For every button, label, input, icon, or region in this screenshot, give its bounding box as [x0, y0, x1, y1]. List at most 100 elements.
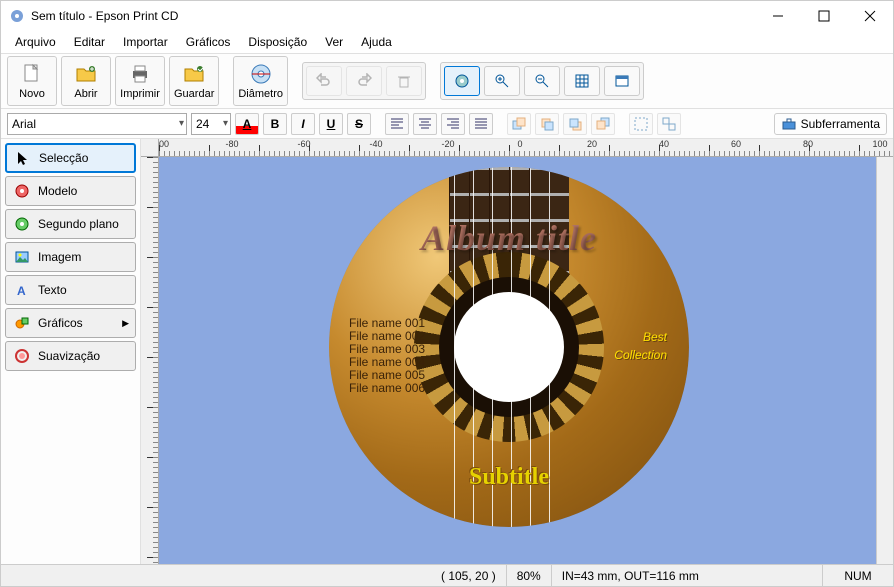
folder-open-icon — [74, 62, 98, 86]
best-collection-text[interactable]: Best Collection — [614, 327, 667, 363]
menu-graficos[interactable]: Gráficos — [178, 33, 239, 51]
zoom-fit-button[interactable] — [444, 66, 480, 96]
toolbox-icon — [781, 116, 797, 132]
font-name-select[interactable]: Arial▾ — [7, 113, 187, 135]
new-file-icon — [20, 62, 44, 86]
subtitle-text[interactable]: Subtitle — [329, 464, 689, 491]
tool-seleccao[interactable]: Selecção — [5, 143, 136, 173]
align-justify-button[interactable] — [469, 113, 493, 135]
album-title-text[interactable]: Album title — [329, 217, 689, 259]
menu-arquivo[interactable]: Arquivo — [7, 33, 64, 51]
stack-front-icon — [511, 116, 527, 132]
menu-disposicao[interactable]: Disposição — [240, 33, 315, 51]
status-dims: IN=43 mm, OUT=116 mm — [552, 565, 823, 586]
stack-back-icon — [595, 116, 611, 132]
smooth-icon — [14, 348, 30, 364]
svg-text:A: A — [17, 284, 26, 298]
disc-preview[interactable]: Album title File name 001File name 002Fi… — [329, 167, 689, 527]
tool-imagem[interactable]: Imagem — [5, 242, 136, 272]
printer-icon — [128, 62, 152, 86]
minimize-button[interactable] — [755, 1, 801, 31]
tool-panel: Selecção Modelo Segundo plano Imagem A T… — [1, 139, 141, 564]
background-icon — [14, 216, 30, 232]
properties-button[interactable] — [604, 66, 640, 96]
tool-graficos[interactable]: Gráficos ▶ — [5, 308, 136, 338]
tool-segundo-plano[interactable]: Segundo plano — [5, 209, 136, 239]
folder-save-icon — [182, 62, 206, 86]
vertical-scrollbar[interactable] — [876, 157, 893, 564]
status-zoom: 80% — [507, 565, 552, 586]
open-button[interactable]: Abrir — [61, 56, 111, 106]
align-right-button[interactable] — [441, 113, 465, 135]
ruler-horizontal[interactable]: -100-80-60-40-20020406080100 — [159, 139, 893, 157]
align-center-button[interactable] — [413, 113, 437, 135]
bring-front-button[interactable] — [507, 113, 531, 135]
new-button[interactable]: Novo — [7, 56, 57, 106]
italic-button[interactable]: I — [291, 113, 315, 135]
group-icon — [633, 116, 649, 132]
ungroup-button[interactable] — [657, 113, 681, 135]
file-list[interactable]: File name 001File name 002File name 003F… — [349, 317, 425, 395]
canvas[interactable]: Album title File name 001File name 002Fi… — [159, 157, 876, 564]
format-toolbar: Arial▾ 24▾ A B I U S Subferramenta — [1, 109, 893, 139]
disc-model-icon — [14, 183, 30, 199]
send-backward-button[interactable] — [563, 113, 587, 135]
maximize-button[interactable] — [801, 1, 847, 31]
grid-button[interactable] — [564, 66, 600, 96]
status-num: NUM — [823, 565, 893, 586]
zoom-in-icon — [494, 73, 510, 89]
stack-down-icon — [567, 116, 583, 132]
align-left-icon — [389, 116, 405, 132]
disc-fit-icon — [454, 73, 470, 89]
close-button[interactable] — [847, 1, 893, 31]
menu-ajuda[interactable]: Ajuda — [353, 33, 400, 51]
underline-button[interactable]: U — [319, 113, 343, 135]
font-color-button[interactable]: A — [235, 113, 259, 135]
redo-button[interactable] — [346, 66, 382, 96]
stack-up-icon — [539, 116, 555, 132]
titlebar: Sem título - Epson Print CD — [1, 1, 893, 31]
bring-forward-button[interactable] — [535, 113, 559, 135]
zoom-group — [440, 62, 644, 100]
align-left-button[interactable] — [385, 113, 409, 135]
subferramenta-button[interactable]: Subferramenta — [774, 113, 887, 135]
menu-importar[interactable]: Importar — [115, 33, 176, 51]
align-center-icon — [417, 116, 433, 132]
tool-modelo[interactable]: Modelo — [5, 176, 136, 206]
window-title: Sem título - Epson Print CD — [31, 9, 755, 23]
save-button[interactable]: Guardar — [169, 56, 219, 106]
ruler-vertical[interactable] — [141, 157, 159, 564]
trash-icon — [396, 73, 412, 89]
zoom-out-button[interactable] — [524, 66, 560, 96]
main-toolbar: Novo Abrir Imprimir Guardar Diâmetro — [1, 53, 893, 109]
undo-button[interactable] — [306, 66, 342, 96]
statusbar: ( 105, 20 ) 80% IN=43 mm, OUT=116 mm NUM — [1, 564, 893, 586]
strike-button[interactable]: S — [347, 113, 371, 135]
chevron-down-icon: ▾ — [179, 118, 184, 129]
disc-center-hole — [454, 292, 564, 402]
zoom-out-icon — [534, 73, 550, 89]
group-button[interactable] — [629, 113, 653, 135]
tool-texto[interactable]: A Texto — [5, 275, 136, 305]
app-icon — [9, 8, 25, 24]
trash-button[interactable] — [386, 66, 422, 96]
zoom-in-button[interactable] — [484, 66, 520, 96]
align-right-icon — [445, 116, 461, 132]
align-justify-icon — [473, 116, 489, 132]
send-back-button[interactable] — [591, 113, 615, 135]
menu-editar[interactable]: Editar — [66, 33, 113, 51]
bold-button[interactable]: B — [263, 113, 287, 135]
chevron-right-icon: ▶ — [122, 318, 129, 329]
print-button[interactable]: Imprimir — [115, 56, 165, 106]
image-icon — [14, 249, 30, 265]
menubar: Arquivo Editar Importar Gráficos Disposi… — [1, 31, 893, 53]
history-group — [302, 62, 426, 100]
shapes-icon — [14, 315, 30, 331]
menu-ver[interactable]: Ver — [317, 33, 351, 51]
diameter-button[interactable]: Diâmetro — [233, 56, 288, 106]
text-icon: A — [14, 282, 30, 298]
file-list-item: File name 006 — [349, 382, 425, 395]
disc-diameter-icon — [249, 62, 273, 86]
tool-suavizacao[interactable]: Suavização — [5, 341, 136, 371]
font-size-select[interactable]: 24▾ — [191, 113, 231, 135]
